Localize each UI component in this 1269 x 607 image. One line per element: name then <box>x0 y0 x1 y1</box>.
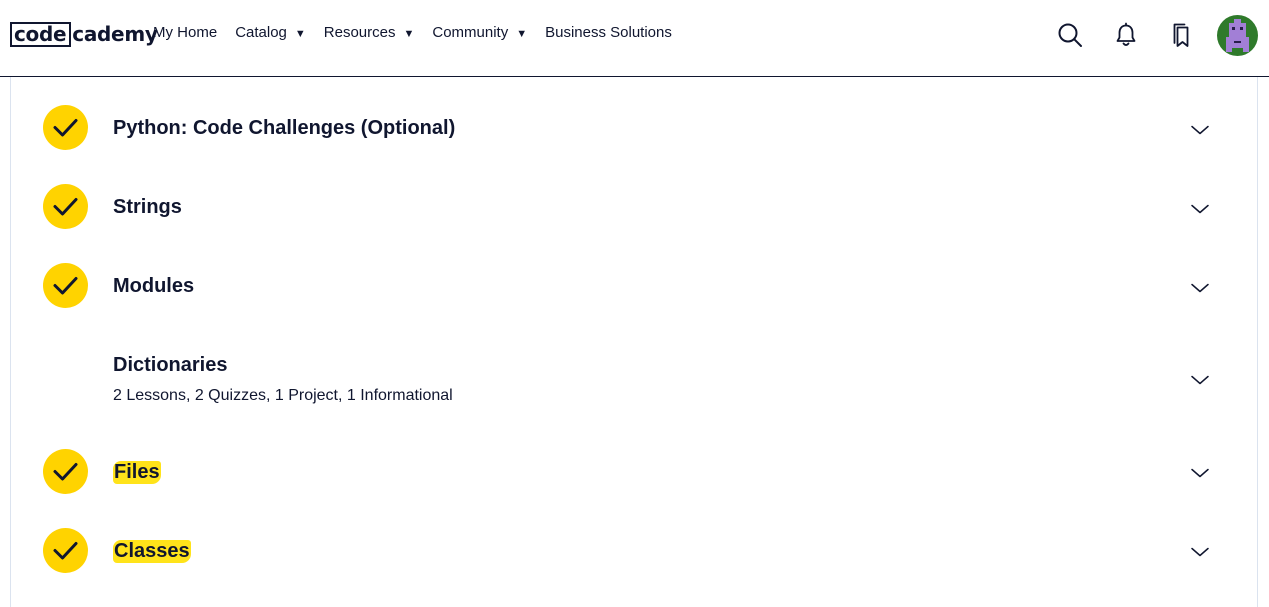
bookmark-icon[interactable] <box>1169 22 1195 48</box>
search-icon[interactable] <box>1057 22 1083 48</box>
checkmark-icon <box>43 528 88 573</box>
module-content-summary: 2 Lessons, 2 Quizzes, 1 Project, 1 Infor… <box>113 387 453 404</box>
chevron-down-icon[interactable] <box>1191 375 1209 385</box>
module-title: Dictionaries <box>113 354 228 376</box>
module-row-python-code-challenges[interactable]: Python: Code Challenges (Optional) <box>11 93 1257 163</box>
syllabus-panel: Python: Code Challenges (Optional) Strin… <box>10 77 1258 607</box>
nav-resources[interactable]: Resources ▼ <box>324 24 415 41</box>
user-avatar[interactable] <box>1217 15 1258 56</box>
nav-label: Catalog <box>235 24 287 41</box>
main-nav: My Home Catalog ▼ Resources ▼ Community … <box>153 24 690 41</box>
nav-business-solutions[interactable]: Business Solutions <box>545 24 672 41</box>
module-title: Files <box>113 461 161 484</box>
chevron-down-icon[interactable] <box>1191 125 1209 135</box>
module-title: Modules <box>113 275 195 297</box>
module-title: Strings <box>113 196 182 218</box>
nav-catalog[interactable]: Catalog ▼ <box>235 24 306 41</box>
module-title: Classes <box>113 540 191 563</box>
nav-label: Business Solutions <box>545 24 672 41</box>
top-navbar: code cademy My Home Catalog ▼ Resources ▼… <box>0 0 1269 77</box>
module-row-files[interactable]: Files <box>11 437 1257 507</box>
checkmark-icon <box>43 184 88 229</box>
checkmark-icon <box>43 105 88 150</box>
checkmark-icon <box>43 263 88 308</box>
nav-label: Resources <box>323 24 396 41</box>
module-row-dictionaries[interactable]: Dictionaries 2 Lessons, 2 Quizzes, 1 Pro… <box>11 330 1257 430</box>
chevron-down-icon[interactable] <box>1191 468 1209 478</box>
bell-icon[interactable] <box>1113 22 1139 48</box>
checkmark-icon <box>43 449 88 494</box>
caret-down-icon: ▼ <box>403 27 415 40</box>
chevron-down-icon[interactable] <box>1191 283 1209 293</box>
nav-label: Community <box>432 24 509 41</box>
chevron-down-icon[interactable] <box>1191 547 1209 557</box>
chevron-down-icon[interactable] <box>1191 204 1209 214</box>
nav-my-home[interactable]: My Home <box>153 24 217 41</box>
module-row-modules[interactable]: Modules <box>11 251 1257 321</box>
module-title: Python: Code Challenges (Optional) <box>113 117 456 139</box>
nav-label: My Home <box>153 24 218 41</box>
logo-text: cademy <box>72 22 158 46</box>
logo-code-box: code <box>10 22 72 47</box>
module-row-strings[interactable]: Strings <box>11 172 1257 242</box>
caret-down-icon: ▼ <box>294 27 306 40</box>
module-row-classes[interactable]: Classes <box>11 516 1257 586</box>
nav-community[interactable]: Community ▼ <box>432 24 527 41</box>
caret-down-icon: ▼ <box>516 27 528 40</box>
codecademy-logo[interactable]: code cademy <box>10 21 158 48</box>
